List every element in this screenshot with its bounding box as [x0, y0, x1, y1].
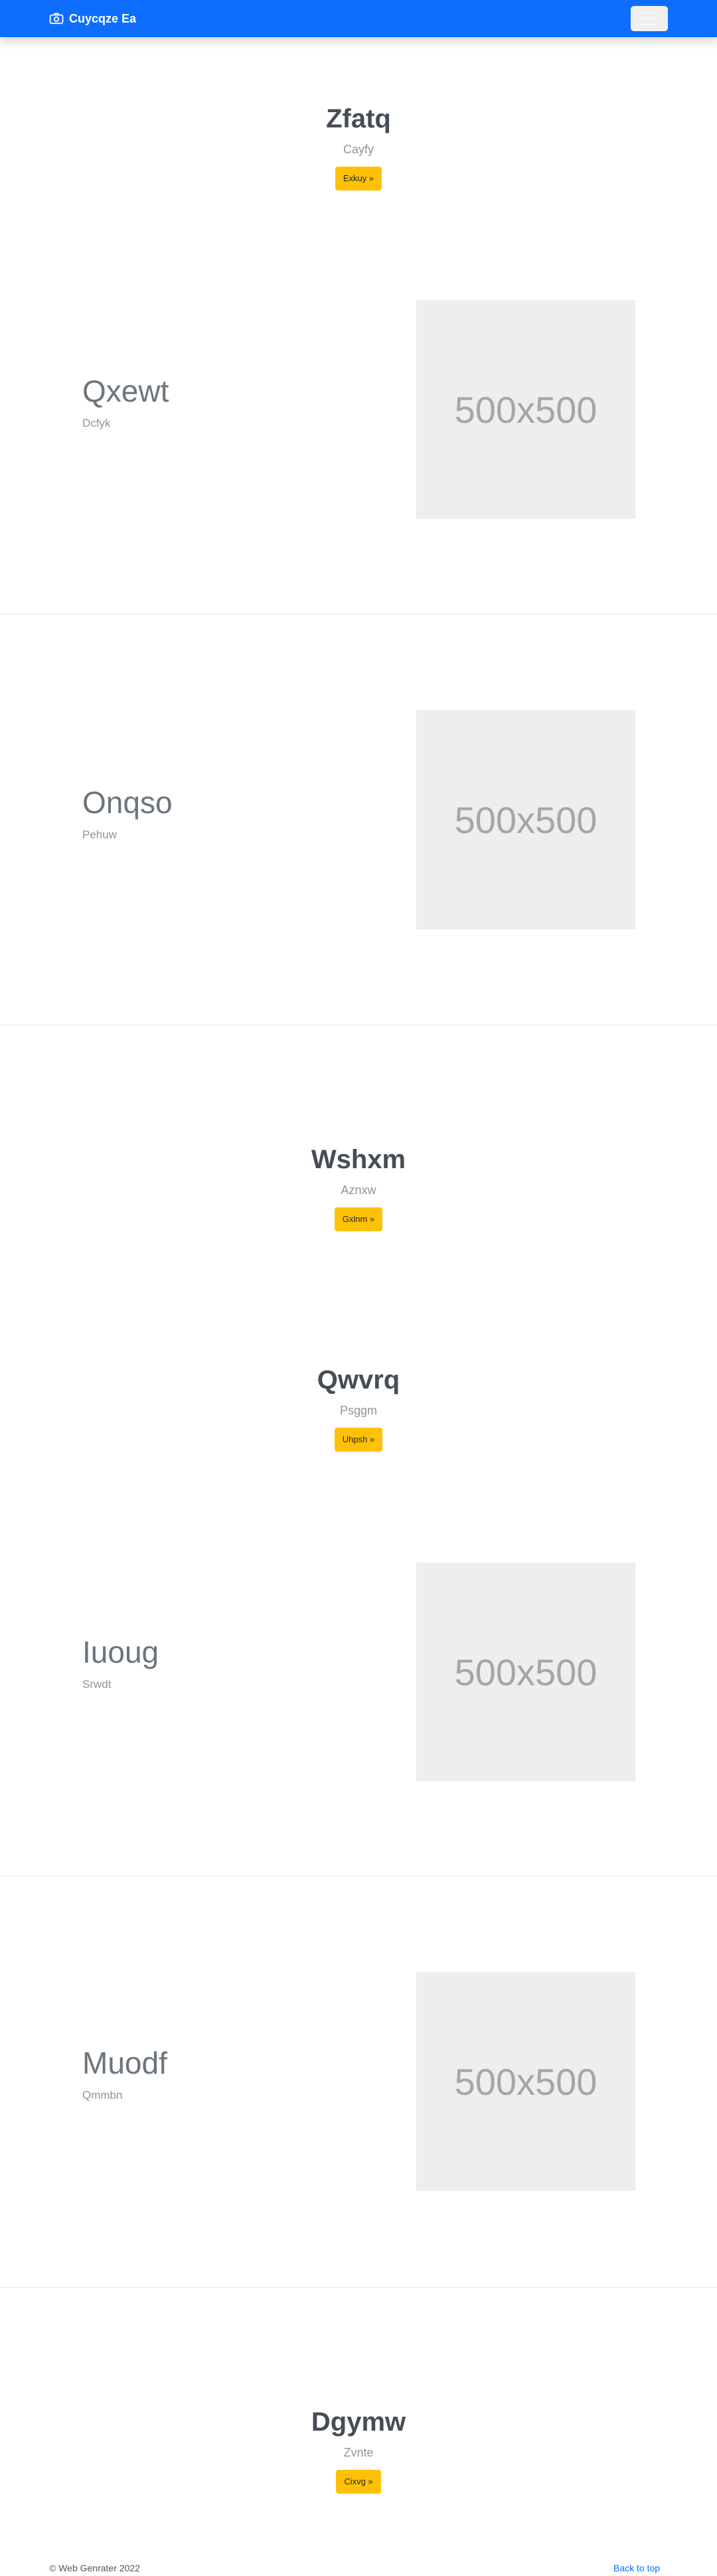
- brand-link[interactable]: Cuycqze Ea: [49, 11, 136, 27]
- feature-row: Qxewt Dcfyk 500x500: [0, 202, 717, 614]
- navbar: Cuycqze Ea: [0, 0, 717, 37]
- navbar-toggle-button[interactable]: [631, 6, 668, 31]
- feature-subtitle: Qmmbn: [82, 2089, 123, 2101]
- placeholder-label: 500x500: [454, 388, 598, 431]
- feature-row: Iuoug Srwdt 500x500: [0, 1467, 717, 1878]
- placeholder-image: 500x500: [416, 1562, 635, 1781]
- hero-subtitle: Cayfy: [343, 143, 374, 156]
- placeholder-image: 500x500: [416, 710, 635, 929]
- feature-subtitle: Srwdt: [82, 1678, 112, 1691]
- brand-name: Cuycqze Ea: [69, 11, 137, 25]
- feature-title: Iuoug: [82, 1635, 159, 1669]
- hero-title: Dgymw: [311, 2407, 406, 2437]
- hero-section: Zfatq Cayfy Exkuy »: [0, 103, 717, 190]
- feature-title: Muodf: [82, 2046, 167, 2080]
- copyright-text: © Web Genrater 2022: [49, 2563, 140, 2573]
- hamburger-icon: [640, 12, 659, 25]
- hero-section: Dgymw Zvnte Cixvg »: [0, 2406, 717, 2494]
- feature-subtitle: Dcfyk: [82, 417, 111, 429]
- feature-row: Onqso Pehuw 500x500: [0, 614, 717, 1025]
- hero-section: Qwvrq Psggm Uhpsh »: [0, 1364, 717, 1452]
- hero-button[interactable]: Gxlnm »: [334, 1207, 383, 1231]
- placeholder-label: 500x500: [454, 1651, 598, 1693]
- hero-subtitle: Aznxw: [341, 1183, 376, 1197]
- back-to-top-link[interactable]: Back to top: [613, 2562, 660, 2574]
- hero-button[interactable]: Uhpsh »: [334, 1428, 383, 1452]
- placeholder-image: 500x500: [416, 300, 635, 519]
- hero-button[interactable]: Exkuy »: [335, 167, 382, 190]
- hero-section: Wshxm Aznxw Gxlnm »: [0, 1144, 717, 1231]
- feature-title: Qxewt: [82, 374, 169, 408]
- hero-subtitle: Psggm: [339, 1404, 378, 1417]
- hero-subtitle: Zvnte: [343, 2446, 374, 2459]
- feature-row: Muodf Qmmbn 500x500: [0, 1876, 717, 2287]
- hero-button[interactable]: Cixvg »: [336, 2470, 381, 2494]
- hero-title: Zfatq: [326, 104, 391, 133]
- hero-title: Qwvrq: [317, 1365, 400, 1395]
- hero-title: Wshxm: [311, 1145, 406, 1174]
- feature-title: Onqso: [82, 785, 173, 820]
- section-divider: [0, 2287, 717, 2288]
- placeholder-label: 500x500: [454, 2060, 598, 2103]
- camera-icon: [49, 13, 64, 25]
- feature-subtitle: Pehuw: [82, 828, 117, 841]
- placeholder-label: 500x500: [454, 798, 598, 841]
- placeholder-image: 500x500: [416, 1972, 635, 2191]
